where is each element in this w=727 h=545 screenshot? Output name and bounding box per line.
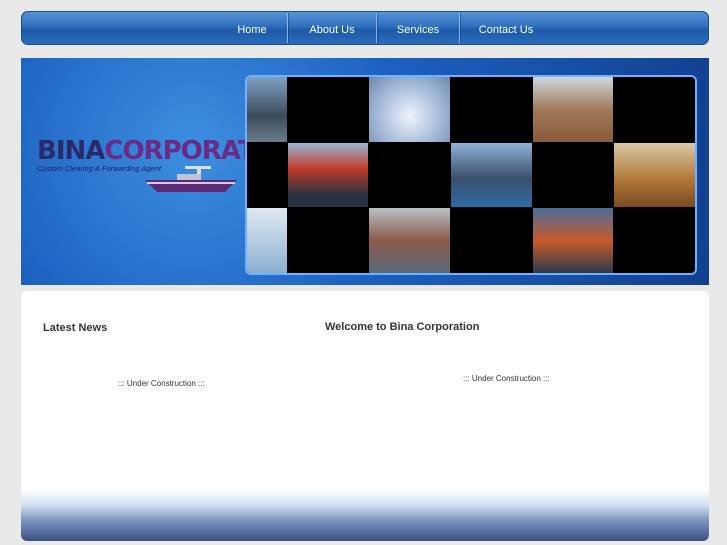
mosaic-blank-tile	[287, 208, 328, 273]
nav-contact-us[interactable]: Contact Us	[460, 11, 552, 45]
mosaic-blank-tile	[287, 77, 328, 142]
mosaic-blank-tile	[532, 142, 573, 208]
footer-gradient	[21, 489, 709, 541]
mosaic-blank-tile	[573, 142, 614, 208]
mosaic-blank-tile	[614, 77, 655, 142]
mosaic-blank-tile	[451, 77, 491, 142]
nav-services[interactable]: Services	[377, 11, 459, 45]
mosaic-blank-tile	[451, 208, 491, 273]
mosaic-blank-tile	[655, 208, 695, 273]
mosaic-blank-tile	[614, 208, 655, 273]
mosaic-blank-tile	[247, 142, 287, 208]
welcome-status: ::: Under Construction :::	[463, 374, 550, 383]
mosaic-blank-tile	[328, 77, 369, 142]
ship-icon	[145, 166, 237, 192]
mosaic-blank-tile	[410, 142, 451, 208]
logo-wordmark: BINACORPORATION	[37, 136, 306, 166]
main-content: Latest News ::: Under Construction ::: W…	[21, 291, 709, 541]
photo-map-tile	[247, 208, 287, 273]
photo-container-yard-tile	[369, 208, 451, 273]
latest-news-status: ::: Under Construction :::	[118, 379, 205, 388]
company-logo[interactable]: BINACORPORATION Custom Clearing & Forwar…	[37, 136, 306, 196]
nav-about-us[interactable]: About Us	[288, 11, 376, 45]
header-banner: BINACORPORATION Custom Clearing & Forwar…	[21, 58, 709, 285]
photo-globe-people-tile	[369, 77, 451, 142]
top-navigation: Home About Us Services Contact Us	[21, 11, 709, 45]
photo-warehouse-tile	[614, 142, 695, 208]
photo-containers-tile	[532, 77, 614, 142]
photo-port-crane-tile	[287, 142, 369, 208]
welcome-heading: Welcome to Bina Corporation	[325, 321, 480, 333]
photo-mosaic	[245, 75, 697, 275]
nav-home[interactable]: Home	[217, 11, 287, 45]
mosaic-blank-tile	[655, 77, 695, 142]
latest-news-heading: Latest News	[43, 322, 108, 334]
photo-cargo-ship-tile	[451, 142, 532, 208]
logo-word-bina: BINA	[37, 136, 105, 166]
mosaic-blank-tile	[491, 208, 532, 273]
photo-ship-tile	[247, 77, 287, 142]
mosaic-blank-tile	[369, 142, 410, 208]
mosaic-blank-tile	[491, 77, 532, 142]
photo-oil-rig-tile	[532, 208, 614, 273]
mosaic-blank-tile	[328, 208, 369, 273]
